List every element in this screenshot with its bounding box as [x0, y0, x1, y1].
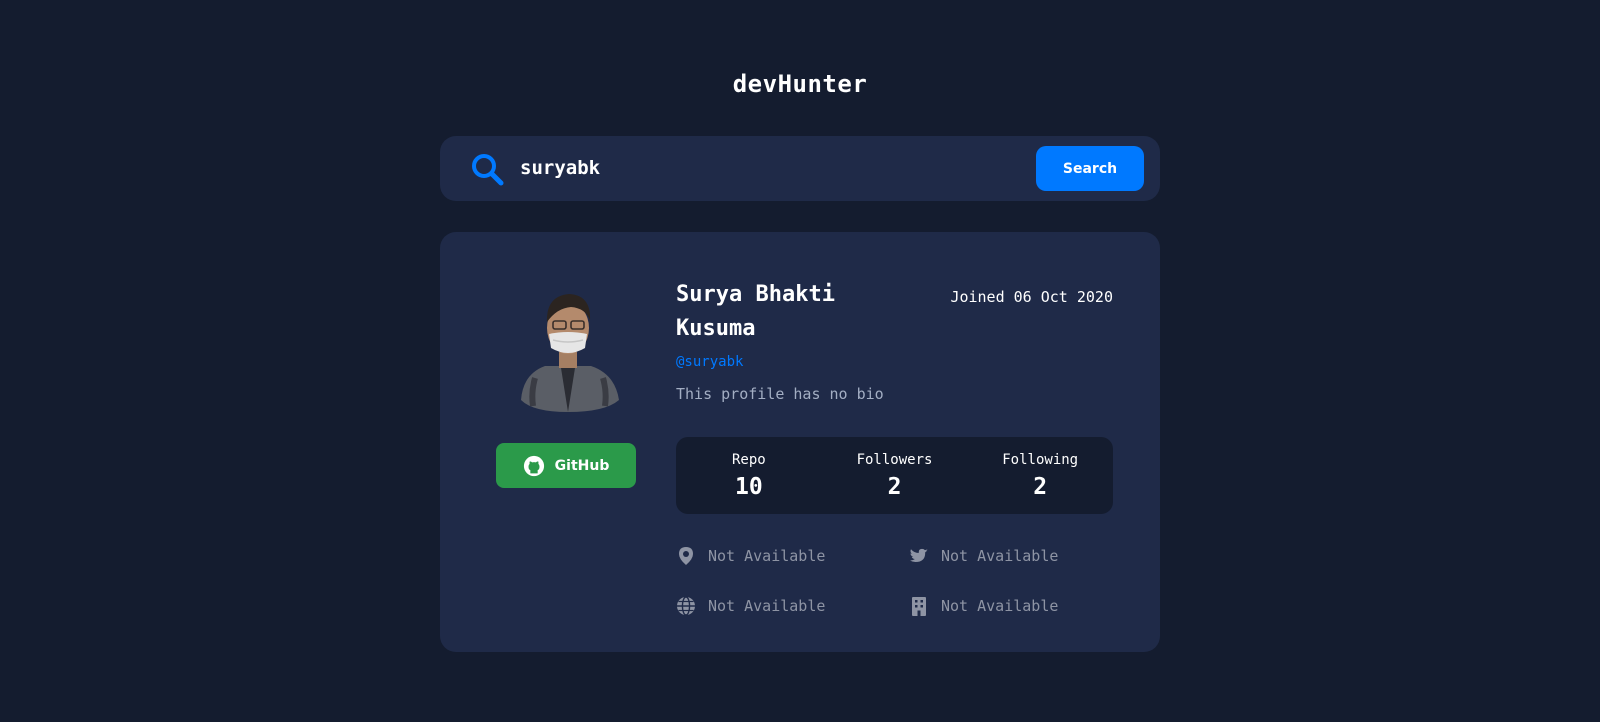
stat-repo: Repo 10 [676, 437, 822, 514]
company-text: Not Available [941, 597, 1059, 615]
github-button[interactable]: GitHub [496, 443, 636, 488]
search-bar: Search [440, 136, 1160, 201]
stat-following: Following 2 [967, 437, 1113, 514]
globe-icon [676, 596, 696, 616]
app-root: devHunter Search [0, 0, 1600, 722]
app-title: devHunter [732, 70, 868, 98]
stat-followers: Followers 2 [822, 437, 968, 514]
stat-repo-label: Repo [731, 451, 766, 468]
profile-card: GitHub Surya Bhakti Kusuma Joined 06 Oct… [440, 232, 1160, 652]
github-icon [523, 455, 545, 477]
stats-panel: Repo 10 Followers 2 Following 2 [676, 437, 1113, 514]
twitter-info: Not Available [909, 546, 1058, 566]
search-button[interactable]: Search [1036, 146, 1144, 191]
joined-date: Joined 06 Oct 2020 [950, 288, 1113, 306]
location-pin-icon [676, 546, 696, 566]
website-info: Not Available [676, 596, 825, 616]
building-icon [909, 596, 929, 616]
website-text: Not Available [708, 597, 826, 615]
stat-repo-value: 10 [734, 473, 763, 500]
company-info: Not Available [909, 596, 1058, 616]
profile-username-link[interactable]: @suryabk [676, 354, 743, 370]
avatar [513, 282, 623, 412]
stat-following-value: 2 [1033, 473, 1048, 500]
search-input[interactable] [520, 148, 1000, 188]
twitter-icon [909, 546, 929, 566]
profile-name: Surya Bhakti Kusuma [676, 282, 835, 341]
stat-followers-label: Followers [856, 451, 933, 468]
location-info: Not Available [676, 546, 825, 566]
github-button-label: GitHub [554, 457, 610, 474]
twitter-text: Not Available [941, 547, 1059, 565]
stat-followers-value: 2 [887, 473, 902, 500]
stat-following-label: Following [1002, 451, 1079, 468]
location-text: Not Available [708, 547, 826, 565]
search-icon [470, 152, 504, 186]
profile-bio: This profile has no bio [676, 385, 884, 403]
